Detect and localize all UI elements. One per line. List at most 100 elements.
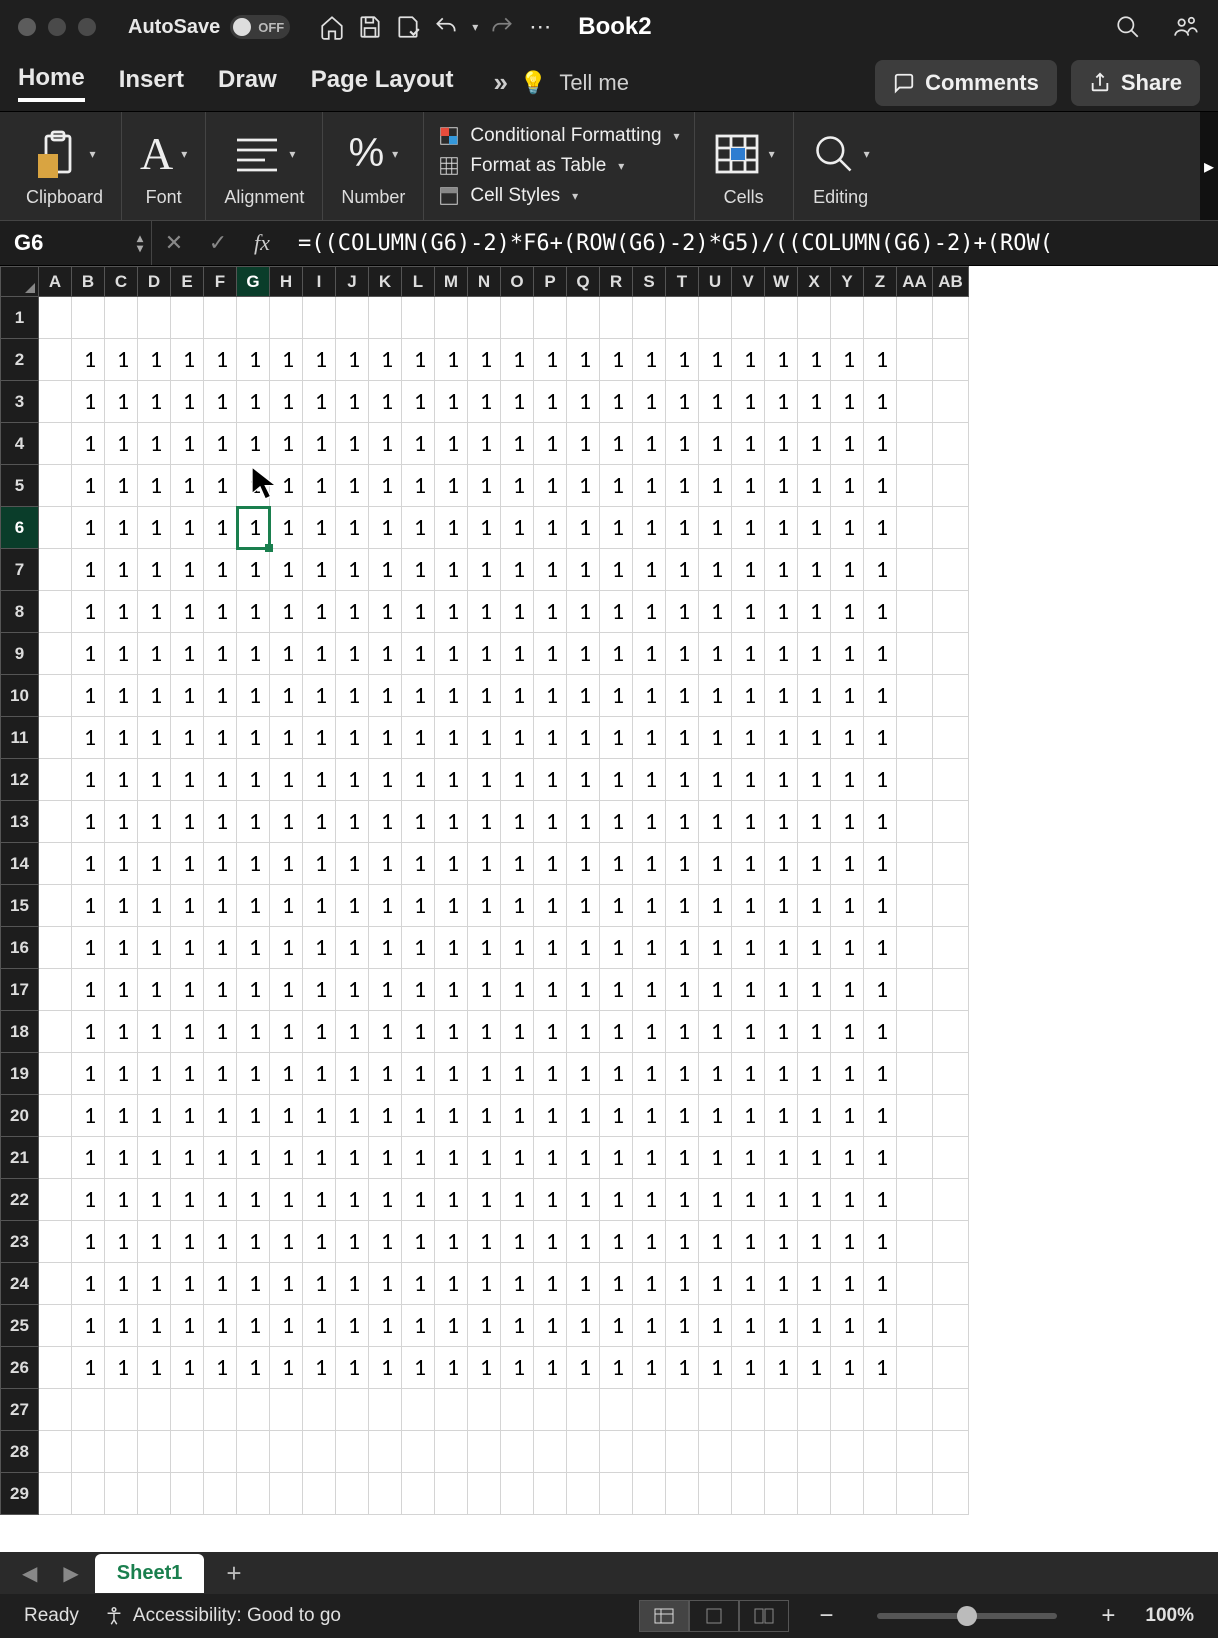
cell[interactable]: [303, 1431, 336, 1473]
cell[interactable]: 1: [72, 1221, 105, 1263]
cell[interactable]: 1: [270, 1137, 303, 1179]
cell[interactable]: 1: [699, 423, 732, 465]
cell[interactable]: 1: [138, 591, 171, 633]
cell[interactable]: 1: [138, 1053, 171, 1095]
cell[interactable]: [897, 423, 933, 465]
cell[interactable]: 1: [534, 1347, 567, 1389]
cell[interactable]: 1: [864, 1137, 897, 1179]
cell[interactable]: 1: [171, 927, 204, 969]
cell[interactable]: 1: [402, 1263, 435, 1305]
cell[interactable]: 1: [72, 675, 105, 717]
cell[interactable]: [72, 1431, 105, 1473]
row-header[interactable]: 22: [1, 1179, 39, 1221]
cell[interactable]: [933, 1095, 969, 1137]
cell[interactable]: 1: [534, 969, 567, 1011]
cell[interactable]: [933, 969, 969, 1011]
cell[interactable]: 1: [468, 423, 501, 465]
row-header[interactable]: 4: [1, 423, 39, 465]
zoom-out-button[interactable]: −: [813, 1602, 839, 1630]
cell[interactable]: 1: [171, 759, 204, 801]
cell[interactable]: [897, 1137, 933, 1179]
cell[interactable]: [897, 927, 933, 969]
cell[interactable]: [633, 1389, 666, 1431]
cell[interactable]: [534, 1389, 567, 1431]
cell[interactable]: 1: [765, 1305, 798, 1347]
cell[interactable]: 1: [171, 1347, 204, 1389]
cell[interactable]: 1: [402, 885, 435, 927]
cell[interactable]: [831, 1473, 864, 1515]
cell[interactable]: 1: [468, 885, 501, 927]
cell[interactable]: 1: [666, 465, 699, 507]
cell[interactable]: [336, 1389, 369, 1431]
cell[interactable]: 1: [501, 1221, 534, 1263]
cell[interactable]: [897, 969, 933, 1011]
cell[interactable]: 1: [369, 549, 402, 591]
cell[interactable]: 1: [501, 465, 534, 507]
cell[interactable]: [897, 1305, 933, 1347]
cell[interactable]: 1: [534, 465, 567, 507]
cell[interactable]: [600, 1431, 633, 1473]
cell[interactable]: 1: [105, 1137, 138, 1179]
cell[interactable]: 1: [864, 1263, 897, 1305]
cell[interactable]: 1: [369, 1053, 402, 1095]
cell[interactable]: [699, 1431, 732, 1473]
cell[interactable]: 1: [732, 843, 765, 885]
cell[interactable]: 1: [864, 423, 897, 465]
cell[interactable]: 1: [138, 1305, 171, 1347]
cell[interactable]: 1: [501, 1095, 534, 1137]
cell[interactable]: [600, 297, 633, 339]
search-icon[interactable]: [1114, 13, 1142, 41]
cell[interactable]: [933, 1473, 969, 1515]
row-header[interactable]: 14: [1, 843, 39, 885]
cell[interactable]: 1: [732, 1347, 765, 1389]
cell[interactable]: 1: [633, 1053, 666, 1095]
cell[interactable]: 1: [237, 1011, 270, 1053]
cell[interactable]: 1: [204, 675, 237, 717]
cell[interactable]: [39, 591, 72, 633]
cell[interactable]: 1: [270, 801, 303, 843]
cell[interactable]: 1: [666, 675, 699, 717]
column-header[interactable]: AA: [897, 267, 933, 297]
cell[interactable]: 1: [798, 507, 831, 549]
cell[interactable]: 1: [699, 633, 732, 675]
cell[interactable]: 1: [600, 1137, 633, 1179]
cell[interactable]: [897, 1095, 933, 1137]
cell[interactable]: 1: [534, 1053, 567, 1095]
cell[interactable]: 1: [171, 633, 204, 675]
save-icon[interactable]: [356, 13, 384, 41]
cell[interactable]: 1: [831, 549, 864, 591]
cell[interactable]: [39, 885, 72, 927]
cell[interactable]: [864, 1389, 897, 1431]
cell[interactable]: 1: [303, 339, 336, 381]
cell[interactable]: 1: [402, 969, 435, 1011]
cell[interactable]: 1: [72, 1095, 105, 1137]
cell[interactable]: 1: [402, 1347, 435, 1389]
cell[interactable]: 1: [336, 885, 369, 927]
cell[interactable]: 1: [138, 1095, 171, 1137]
cell[interactable]: [933, 717, 969, 759]
cell[interactable]: [732, 1473, 765, 1515]
cell[interactable]: 1: [468, 717, 501, 759]
cell[interactable]: 1: [765, 885, 798, 927]
cell[interactable]: 1: [402, 339, 435, 381]
cell[interactable]: 1: [303, 465, 336, 507]
cell[interactable]: 1: [105, 843, 138, 885]
cell[interactable]: 1: [633, 969, 666, 1011]
cell[interactable]: 1: [699, 1347, 732, 1389]
cell[interactable]: 1: [666, 381, 699, 423]
cell[interactable]: [39, 1347, 72, 1389]
cell[interactable]: 1: [204, 843, 237, 885]
cell[interactable]: 1: [732, 465, 765, 507]
cell[interactable]: [501, 297, 534, 339]
cell[interactable]: 1: [633, 927, 666, 969]
cell[interactable]: 1: [303, 633, 336, 675]
cell[interactable]: 1: [369, 507, 402, 549]
cell[interactable]: 1: [534, 1263, 567, 1305]
cell[interactable]: 1: [237, 465, 270, 507]
cell[interactable]: 1: [864, 1095, 897, 1137]
cell[interactable]: 1: [270, 1347, 303, 1389]
cell[interactable]: 1: [336, 507, 369, 549]
cell[interactable]: [933, 675, 969, 717]
cell[interactable]: [897, 1053, 933, 1095]
cell[interactable]: 1: [765, 549, 798, 591]
